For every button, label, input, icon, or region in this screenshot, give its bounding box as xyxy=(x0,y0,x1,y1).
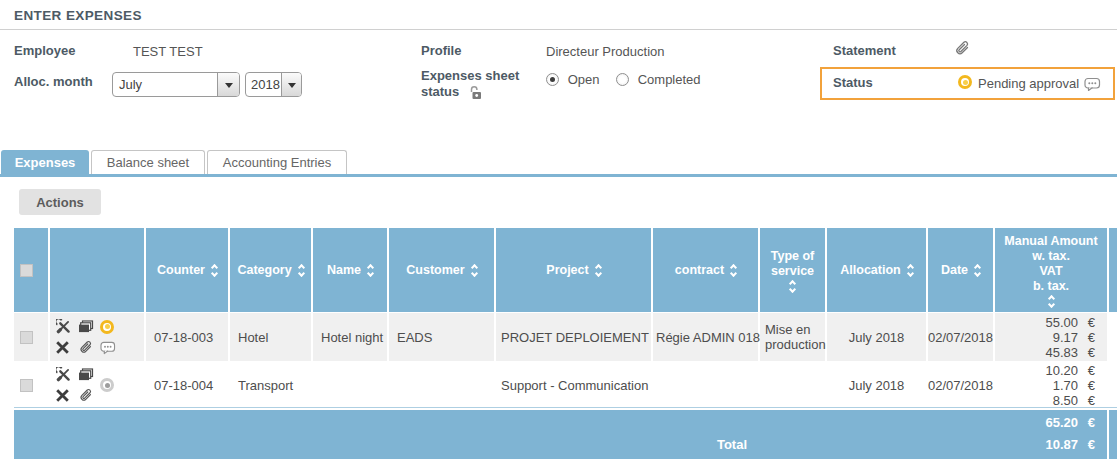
cell-date: 02/07/2018 xyxy=(928,363,993,407)
cell-amounts: 10.20€ 1.70€ 8.50€ xyxy=(995,363,1107,407)
sort-icon[interactable] xyxy=(299,265,304,276)
header-project[interactable]: Project xyxy=(496,228,651,312)
status-value: Pending approval xyxy=(978,76,1079,91)
comment-bubble-icon[interactable] xyxy=(100,341,116,355)
cell-customer: EADS xyxy=(389,313,494,361)
profile-label: Profile xyxy=(421,43,461,58)
header-actions-cell xyxy=(50,228,144,312)
cell-date: 02/07/2018 xyxy=(928,313,993,361)
month-select[interactable]: July xyxy=(112,72,240,97)
sort-icon[interactable] xyxy=(596,265,601,276)
year-select-arrow[interactable] xyxy=(281,73,301,96)
cell-project: PROJET DEPLOIEMENT xyxy=(496,313,651,361)
sort-icon[interactable] xyxy=(368,265,373,276)
cell-amounts: 55.00€ 9.17€ 45.83€ xyxy=(995,313,1107,361)
alloc-month-label: Alloc. month xyxy=(14,74,93,89)
sort-icon[interactable] xyxy=(212,265,217,276)
cell-allocation: July 2018 xyxy=(827,313,926,361)
header-date[interactable]: Date xyxy=(928,228,993,312)
expenses-sheet-status-label: Expenses sheet status xyxy=(421,68,521,100)
select-all-checkbox[interactable] xyxy=(20,264,33,277)
header-select-all-cell xyxy=(14,228,48,312)
row-checkbox[interactable] xyxy=(20,379,33,392)
statement-paperclip-icon[interactable] xyxy=(954,40,972,57)
table-row: 07-18-003 Hotel Hotel night EADS PROJET … xyxy=(14,313,1117,361)
tab-accounting-entries[interactable]: Accounting Entries xyxy=(207,150,347,174)
header-spacer xyxy=(1109,228,1117,312)
duplicate-icon[interactable] xyxy=(78,368,94,382)
cell-project: Support - Communication xyxy=(496,363,651,407)
cell-name xyxy=(313,363,387,407)
sheet-status-radios: Open Completed xyxy=(546,72,701,87)
header-name[interactable]: Name xyxy=(313,228,387,312)
delete-icon[interactable] xyxy=(56,389,69,402)
actions-button[interactable]: Actions xyxy=(19,189,101,215)
attachment-paperclip-icon[interactable] xyxy=(78,340,95,355)
attachment-paperclip-icon[interactable] xyxy=(78,388,95,403)
header-amount[interactable]: Manual Amountw. tax.VATb. tax. xyxy=(995,228,1107,312)
total-label: Total xyxy=(702,434,762,456)
sort-icon[interactable] xyxy=(1049,296,1054,307)
cell-contract xyxy=(653,363,758,407)
cell-category: Hotel xyxy=(230,313,311,361)
row-status-pending-icon[interactable] xyxy=(100,320,114,334)
tools-icon[interactable] xyxy=(56,367,71,382)
tab-expenses[interactable]: Expenses xyxy=(1,150,89,174)
cell-counter: 07-18-004 xyxy=(146,363,228,407)
total-amounts: 65.20€ 10.87€ xyxy=(995,412,1107,456)
status-label: Status xyxy=(833,75,873,90)
total-row-spacer xyxy=(1109,410,1117,459)
cell-type-of-service xyxy=(760,363,825,407)
row-status-inactive-icon[interactable] xyxy=(100,378,114,392)
header-allocation[interactable]: Allocation xyxy=(827,228,926,312)
sort-icon[interactable] xyxy=(472,265,477,276)
cell-customer xyxy=(389,363,494,407)
tabbar-underline xyxy=(0,174,1117,177)
table-header-row: Counter Category Name Customer Project c… xyxy=(14,228,1117,312)
tools-icon[interactable] xyxy=(56,319,71,334)
tab-balance-sheet[interactable]: Balance sheet xyxy=(91,150,205,174)
cell-name: Hotel night xyxy=(313,313,387,361)
duplicate-icon[interactable] xyxy=(78,320,94,334)
header-divider xyxy=(0,29,1117,30)
radio-open[interactable] xyxy=(546,73,559,86)
year-select[interactable]: 2018 xyxy=(245,72,302,97)
table-row: 07-18-004 Transport Support - Communicat… xyxy=(14,363,1117,408)
header-type-of-service[interactable]: Type of service xyxy=(760,228,825,312)
page-title: ENTER EXPENSES xyxy=(14,8,142,23)
cell-counter: 07-18-003 xyxy=(146,313,228,361)
cell-allocation: July 2018 xyxy=(827,363,926,407)
total-row: Total 65.20€ 10.87€ xyxy=(14,410,1117,459)
month-select-arrow[interactable] xyxy=(217,73,239,96)
lock-open-icon xyxy=(469,85,482,100)
year-select-value: 2018 xyxy=(246,73,281,96)
header-customer[interactable]: Customer xyxy=(389,228,494,312)
cell-type-of-service: Mise en production xyxy=(760,313,825,361)
sort-icon[interactable] xyxy=(790,281,795,292)
radio-completed-label: Completed xyxy=(638,72,701,87)
statement-label: Statement xyxy=(833,43,896,58)
employee-label: Employee xyxy=(14,43,75,58)
radio-open-label: Open xyxy=(568,72,600,87)
row-checkbox[interactable] xyxy=(20,331,33,344)
comment-bubble-icon[interactable] xyxy=(1084,77,1101,92)
sort-icon[interactable] xyxy=(908,265,913,276)
employee-value: TEST TEST xyxy=(133,44,203,59)
month-select-value: July xyxy=(113,73,217,96)
chevron-down-icon xyxy=(288,83,296,92)
pending-status-icon xyxy=(958,75,972,89)
delete-icon[interactable] xyxy=(56,341,69,354)
header-contract[interactable]: contract xyxy=(653,228,758,312)
sort-icon[interactable] xyxy=(975,265,980,276)
cell-contract: Régie ADMIN 018 xyxy=(653,313,758,361)
cell-category: Transport xyxy=(230,363,311,407)
header-counter[interactable]: Counter xyxy=(146,228,228,312)
sort-icon[interactable] xyxy=(731,265,736,276)
radio-completed[interactable] xyxy=(616,73,629,86)
chevron-down-icon xyxy=(225,83,233,92)
header-category[interactable]: Category xyxy=(230,228,311,312)
expenses-table: Counter Category Name Customer Project c… xyxy=(14,228,1117,459)
profile-value: Directeur Production xyxy=(546,44,665,59)
